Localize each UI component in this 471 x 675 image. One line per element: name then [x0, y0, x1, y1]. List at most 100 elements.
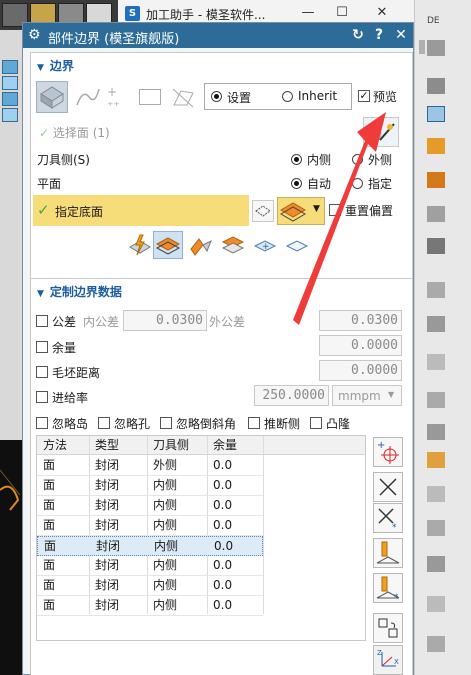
feed-rate-field[interactable]: 250.0000 — [254, 385, 329, 406]
svg-text:+: + — [377, 440, 385, 451]
ignore-chamfers-checkbox[interactable] — [160, 417, 172, 429]
rectangle-mode-icon[interactable] — [139, 89, 161, 105]
dialog-close-button[interactable]: ✕ — [392, 26, 410, 44]
toolbar-icon[interactable] — [427, 40, 445, 56]
csys-orient-button[interactable]: ZX — [373, 645, 403, 675]
graphics-viewport[interactable] — [0, 440, 22, 675]
reset-offset-checkbox[interactable] — [329, 204, 341, 216]
tool-side-outside-radio[interactable] — [352, 154, 363, 165]
table-row[interactable]: 面 封闭 内侧 0.0 — [37, 476, 263, 496]
chevron-down-icon: ▼ — [313, 204, 320, 214]
select-face-row[interactable]: ✓ 选择面 (1) — [39, 124, 110, 141]
toolbar-icon[interactable] — [427, 172, 445, 188]
inner-tolerance-field[interactable]: 0.0300 — [123, 310, 207, 331]
minimize-button[interactable]: — — [298, 4, 318, 22]
column-header-type[interactable]: 类型 — [89, 435, 147, 455]
stacked-plane-icon[interactable] — [221, 233, 245, 257]
boss-checkbox[interactable] — [310, 417, 322, 429]
face-mode-button[interactable] — [36, 81, 68, 113]
table-row[interactable]: 面 封闭 内侧 0.0 — [37, 576, 263, 596]
toolbar-icon[interactable] — [427, 78, 445, 94]
toolbar-icon[interactable] — [427, 106, 445, 122]
sketch-mode-icon[interactable] — [171, 85, 197, 109]
table-cell: 内侧 — [153, 598, 178, 612]
toolbar-icon[interactable] — [427, 282, 445, 298]
column-header-method[interactable]: 方法 — [37, 435, 89, 455]
blank-distance-field[interactable]: 0.0000 — [319, 360, 402, 381]
table-row[interactable]: 面 封闭 内侧 0.0 — [37, 556, 263, 576]
table-cell: 面 — [43, 558, 56, 572]
point-mode-icon[interactable]: + ⁺⁺ — [107, 85, 133, 113]
ignore-holes-label: 忽略孔 — [114, 417, 151, 431]
specify-floor-label: 指定底面 — [55, 205, 104, 219]
toolbar-icon[interactable] — [427, 636, 445, 652]
dialog-title: 部件边界 (模圣旗舰版) — [48, 32, 180, 47]
tolerance-label: 公差 — [52, 315, 77, 329]
plane-auto-radio[interactable] — [291, 178, 302, 189]
tool-side-edit-button[interactable] — [373, 538, 403, 568]
custom-section-title[interactable]: ▼ 定制边界数据 — [37, 283, 122, 300]
allowance-checkbox[interactable] — [36, 341, 48, 353]
add-boundary-button[interactable]: + — [373, 437, 403, 467]
reset-button[interactable]: ↻ — [349, 26, 367, 44]
maximize-button[interactable]: ☐ — [332, 4, 352, 22]
plane-dialog-button[interactable] — [252, 200, 274, 222]
window-close-button[interactable]: ✕ — [372, 4, 392, 22]
toolbar-icon[interactable] — [427, 556, 445, 572]
toolbar-icon[interactable] — [427, 392, 445, 408]
remove-boundary-button[interactable] — [373, 472, 403, 502]
outer-tolerance-field[interactable]: 0.0300 — [319, 310, 402, 331]
table-cell: 面 — [44, 539, 57, 553]
fold-plane-icon[interactable] — [189, 233, 213, 257]
toolbar-icon[interactable] — [427, 238, 445, 254]
preview-checkbox[interactable]: ✓ — [358, 90, 370, 102]
toolbar-icon[interactable] — [427, 138, 445, 154]
svg-text:*: * — [392, 523, 397, 532]
orange-plane-button[interactable] — [153, 231, 183, 259]
allowance-field[interactable]: 0.0000 — [319, 335, 402, 356]
remove-all-button[interactable]: * — [373, 503, 403, 533]
reorder-button[interactable] — [373, 613, 403, 643]
tool-side-all-button[interactable]: * — [373, 573, 403, 603]
toolbar-icon[interactable] — [427, 452, 445, 468]
toolbar-icon[interactable] — [427, 424, 445, 440]
plane-picker-dropdown[interactable]: ▼ — [277, 197, 325, 225]
settings-radio[interactable] — [211, 91, 222, 102]
checkmark-icon: ✓ — [39, 126, 53, 140]
ignore-islands-checkbox[interactable] — [36, 417, 48, 429]
ignore-holes-checkbox[interactable] — [98, 417, 110, 429]
curve-mode-icon[interactable] — [75, 85, 101, 109]
toolbar-icon[interactable] — [427, 596, 445, 612]
lightning-plane-icon[interactable] — [128, 233, 152, 257]
blank-distance-checkbox[interactable] — [36, 366, 48, 378]
column-header-tool-side[interactable]: 刀具侧 — [147, 435, 207, 455]
column-header-allowance[interactable]: 余量 — [207, 435, 263, 455]
table-row[interactable]: 面 封闭 内侧 0.0 — [37, 536, 263, 556]
table-row[interactable]: 面 封闭 外侧 0.0 — [37, 456, 263, 476]
tolerance-checkbox[interactable] — [36, 315, 48, 327]
toolbar-icon[interactable] — [427, 486, 445, 502]
plus-plane-icon[interactable]: + — [253, 233, 277, 257]
feed-unit-select[interactable]: mmpm ▼ — [332, 385, 402, 406]
specify-floor-row[interactable]: ✓ 指定底面 — [33, 195, 249, 226]
help-button[interactable]: ? — [370, 26, 388, 44]
table-row[interactable]: 面 封闭 内侧 0.0 — [37, 596, 263, 616]
feed-rate-checkbox[interactable] — [36, 391, 48, 403]
plane-specify-radio[interactable] — [352, 178, 363, 189]
table-cell: 内侧 — [153, 498, 178, 512]
table-cell: 0.0 — [213, 518, 233, 532]
table-row[interactable]: 面 封闭 内侧 0.0 — [37, 516, 263, 536]
toolbar-icon[interactable] — [427, 206, 445, 222]
toolbar-icon[interactable] — [427, 316, 445, 332]
chevron-down-icon: ▼ — [388, 390, 395, 399]
outline-plane-icon[interactable] — [285, 233, 309, 257]
inherit-radio[interactable] — [282, 91, 293, 102]
tool-side-inside-radio[interactable] — [291, 154, 302, 165]
boundary-section: ▼ 边界 + ⁺⁺ 设置 Inherit ✓ 预览 ✓ 选择面 (1) 刀具侧(S… — [30, 52, 413, 292]
toolbar-icon[interactable] — [427, 520, 445, 536]
toolbar-icon[interactable] — [427, 354, 445, 370]
preview-display-button[interactable] — [363, 117, 399, 147]
table-row[interactable]: 面 封闭 内侧 0.0 — [37, 496, 263, 516]
boundary-section-title[interactable]: ▼ 边界 — [37, 57, 74, 74]
infer-side-checkbox[interactable] — [248, 417, 260, 429]
